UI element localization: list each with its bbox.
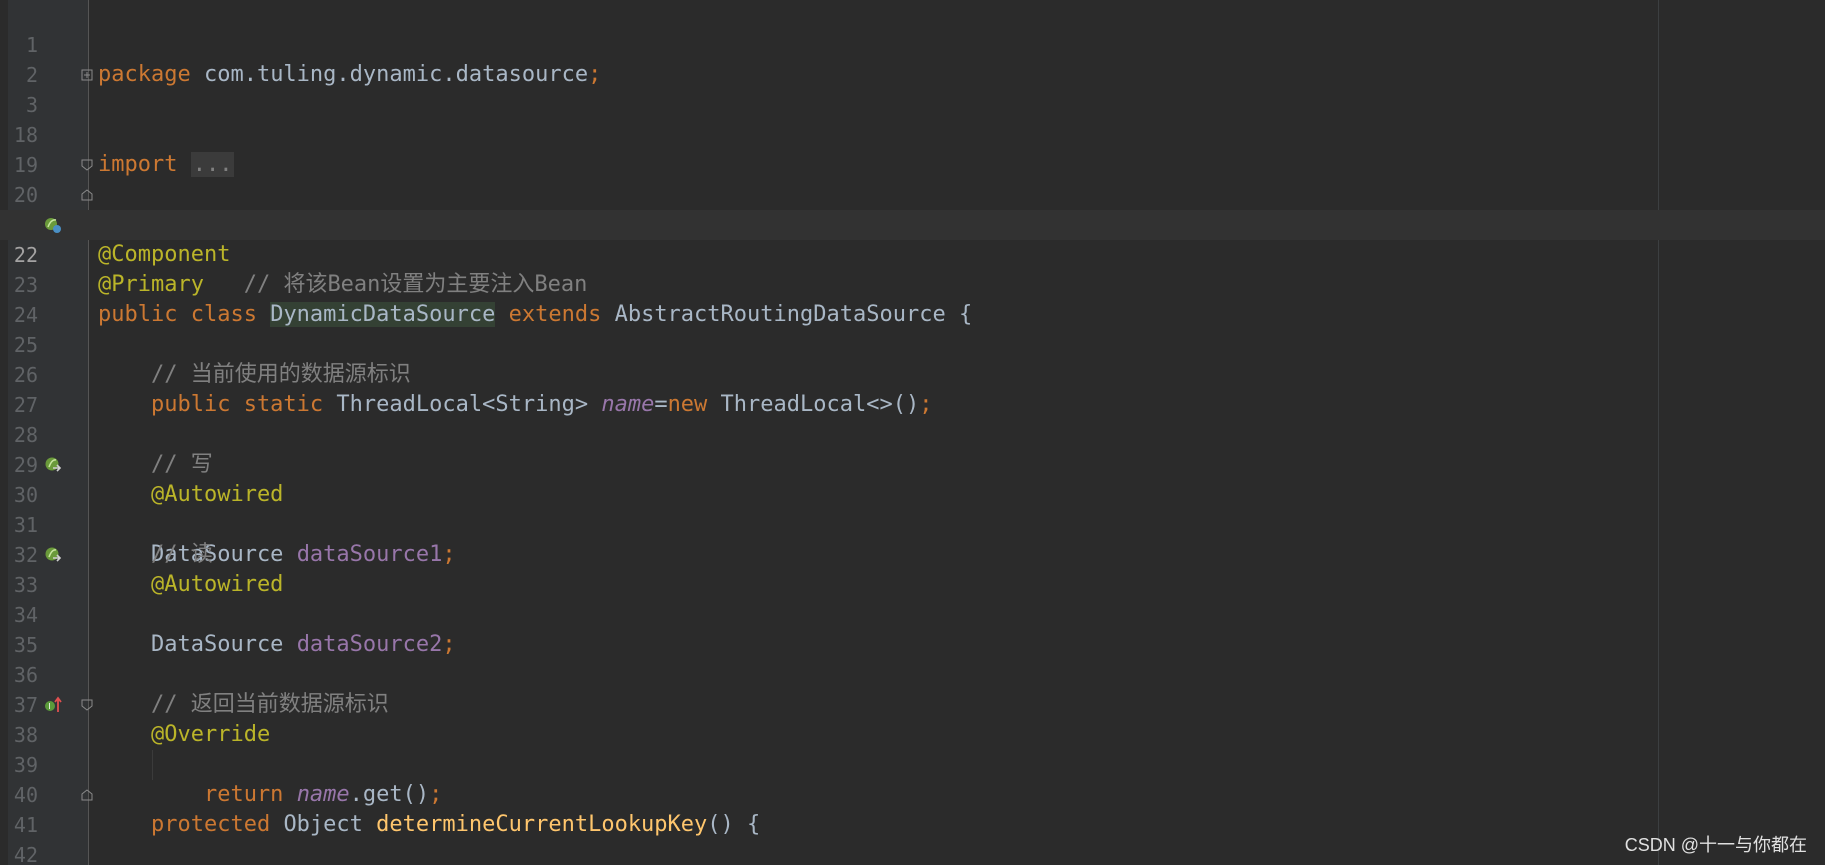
fold-end-icon[interactable] <box>81 189 93 201</box>
watermark-text: CSDN @十一与你都在 <box>1624 835 1807 855</box>
code-line[interactable]: 32 @Autowired <box>0 510 1825 597</box>
code-line[interactable]: 2 <box>0 30 1825 87</box>
code-line[interactable]: 19 <box>0 120 1825 177</box>
code-line[interactable]: 20 @Component <box>0 150 1825 267</box>
code-line[interactable]: 40 <box>0 750 1825 807</box>
code-line[interactable]: 27 <box>0 360 1825 417</box>
code-line[interactable]: 30 DataSource dataSource1; <box>0 450 1825 567</box>
code-line[interactable]: 43 <box>0 840 1825 865</box>
code-line[interactable]: 1 package com.tuling.dynamic.datasource; <box>0 0 1825 87</box>
override-method-icon[interactable]: I <box>44 696 62 714</box>
fold-collapse-icon[interactable] <box>81 699 93 711</box>
indent-guide <box>152 750 153 780</box>
fold-expand-icon[interactable] <box>81 69 93 81</box>
code-line[interactable]: 39 return name.get(); <box>0 720 1825 807</box>
svg-text:I: I <box>48 702 50 711</box>
code-line[interactable]: 29 @Autowired <box>0 420 1825 507</box>
code-line[interactable]: 38 I protected Object determineCurrentLo… <box>0 690 1825 837</box>
code-line[interactable]: 34 <box>0 570 1825 627</box>
autowired-navigate-icon[interactable] <box>44 546 62 564</box>
code-line[interactable]: 24 <box>0 270 1825 327</box>
code-line[interactable]: 26 public static ThreadLocal<String> nam… <box>0 330 1825 417</box>
code-line[interactable]: 36 // 返回当前数据源标识 <box>0 630 1825 717</box>
code-line[interactable]: 37 @Override <box>0 660 1825 747</box>
spring-bean-icon[interactable] <box>44 216 62 234</box>
code-line[interactable]: 28 // 写 <box>0 390 1825 477</box>
code-line[interactable]: 3 import ... <box>0 60 1825 177</box>
code-line[interactable]: 41 } <box>0 780 1825 837</box>
code-editor[interactable]: 1 package com.tuling.dynamic.datasource;… <box>0 0 1825 865</box>
code-line[interactable]: 42 <box>0 810 1825 865</box>
code-line[interactable]: 25 // 当前使用的数据源标识 <box>0 300 1825 387</box>
code-line[interactable]: 21 @Primary // 将该Bean设置为主要注入Bean <box>0 180 1825 297</box>
code-line-current[interactable]: 22 public class DynamicDataSource extend… <box>0 210 1825 327</box>
code-line[interactable]: 18 <box>0 90 1825 147</box>
fold-collapse-icon[interactable] <box>81 159 93 171</box>
code-line[interactable]: 23 <box>0 240 1825 297</box>
code-line[interactable]: 35 <box>0 600 1825 657</box>
autowired-navigate-icon[interactable] <box>44 456 62 474</box>
fold-end-icon[interactable] <box>81 789 93 801</box>
code-line[interactable]: 33 DataSource dataSource2; <box>0 540 1825 657</box>
code-line[interactable]: 31 // 读 <box>0 480 1825 567</box>
